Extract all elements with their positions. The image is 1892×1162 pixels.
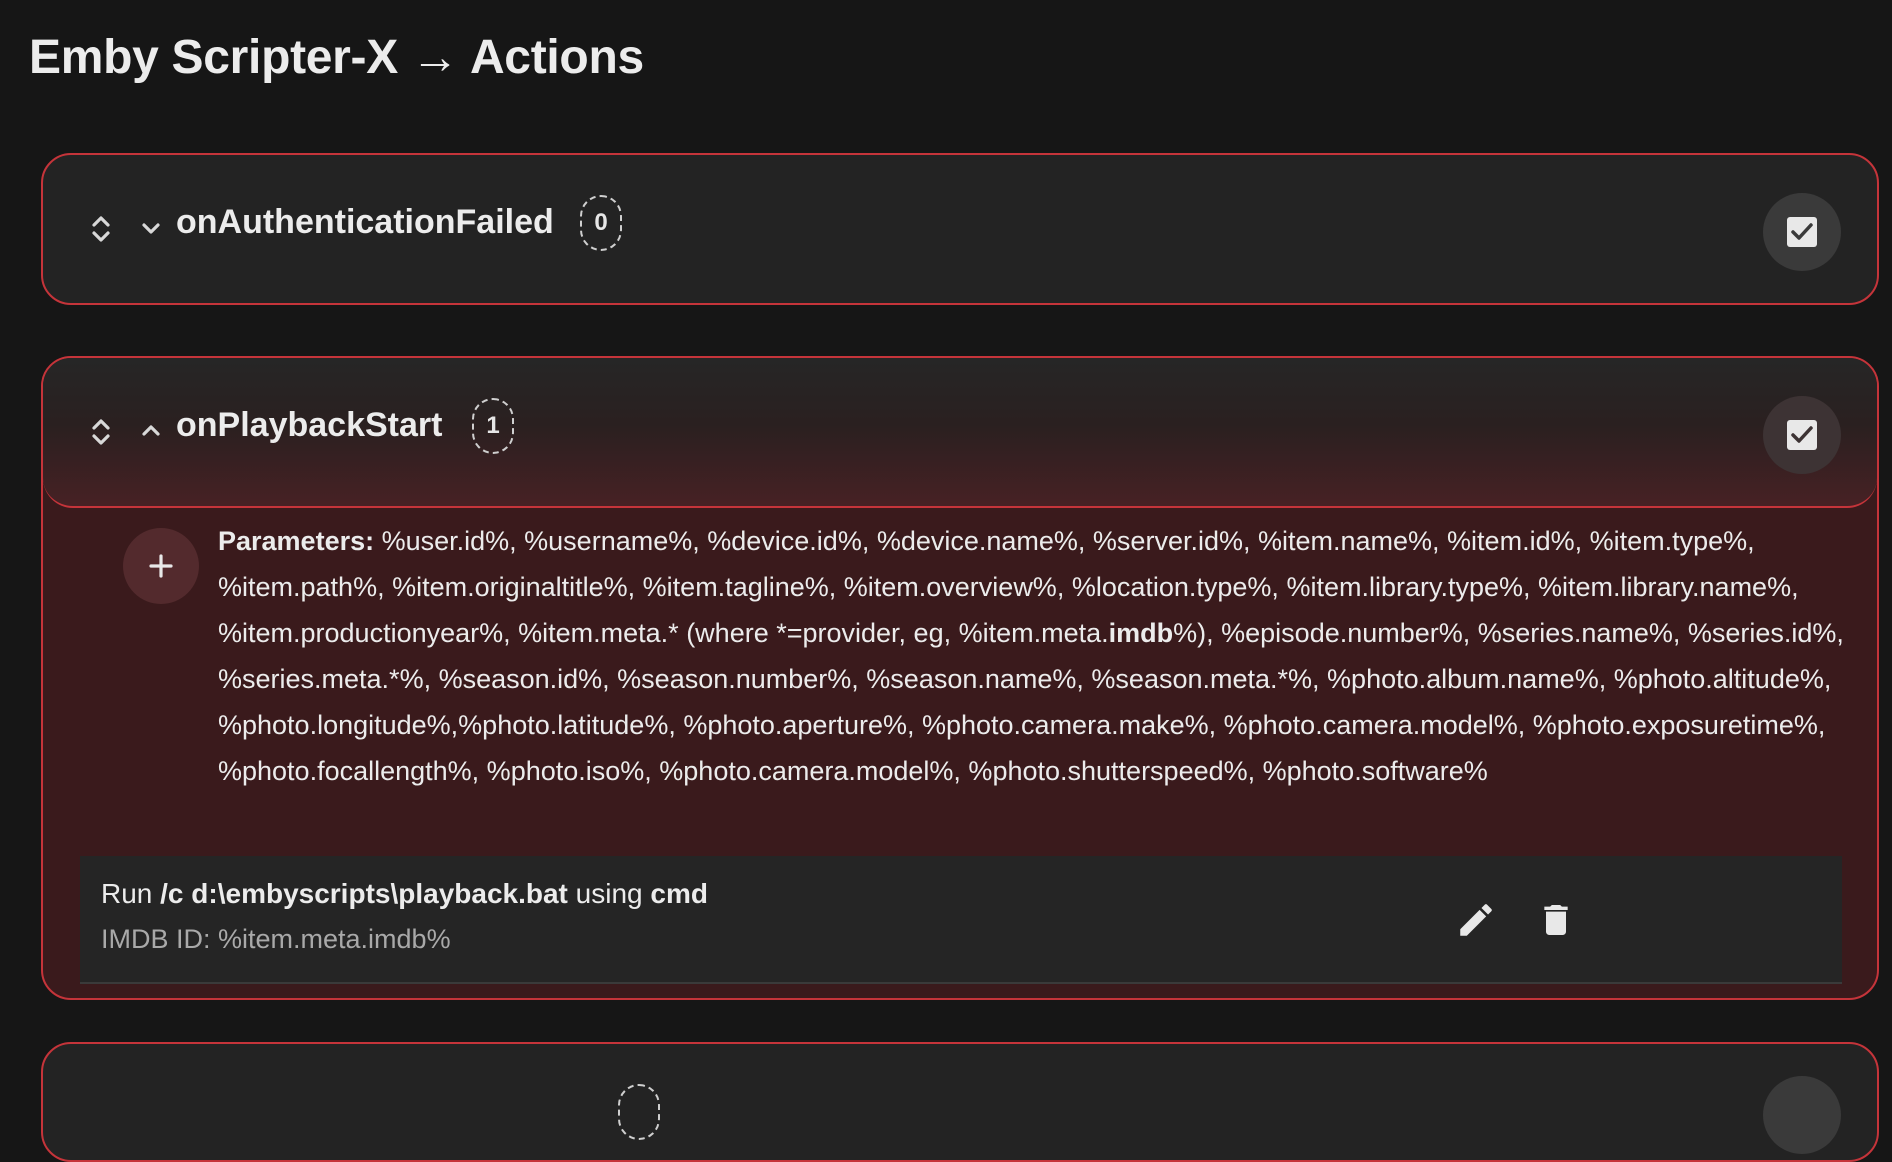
action-command: /c d:\embyscripts\playback.bat <box>160 878 568 909</box>
reorder-icon[interactable] <box>89 209 113 249</box>
event-panel-header[interactable]: onAuthenticationFailed 0 <box>43 155 1877 303</box>
pencil-icon <box>1460 904 1492 936</box>
action-command-line: Run /c d:\embyscripts\playback.bat using… <box>101 878 708 910</box>
trash-icon <box>1544 905 1568 935</box>
event-panel-onplaybackstart: onPlaybackStart 1 Parameters: %user.id%,… <box>41 356 1879 1000</box>
action-interpreter: cmd <box>650 878 708 909</box>
run-prefix: Run <box>101 878 161 909</box>
enable-toggle-button[interactable] <box>1763 1076 1841 1154</box>
add-action-button[interactable] <box>123 528 199 604</box>
chevron-down-icon[interactable] <box>136 213 166 243</box>
action-count-badge: 0 <box>580 195 622 251</box>
enable-toggle-button[interactable] <box>1763 396 1841 474</box>
edit-action-button[interactable] <box>1446 890 1506 950</box>
page-title: Emby Scripter-X → Actions <box>29 31 644 84</box>
event-panel-header[interactable]: onPlaybackStart 1 <box>43 358 1877 508</box>
using-word: using <box>567 878 651 909</box>
action-row: Run /c d:\embyscripts\playback.bat using… <box>80 856 1842 984</box>
action-count-badge: 1 <box>472 398 514 454</box>
enable-toggle-button[interactable] <box>1763 193 1841 271</box>
event-name: onAuthenticationFailed <box>176 203 554 241</box>
action-count-badge <box>618 1084 660 1140</box>
chevron-up-icon[interactable] <box>136 416 166 446</box>
reorder-icon[interactable] <box>89 412 113 452</box>
event-panel-onauthenticationfailed: onAuthenticationFailed 0 <box>41 153 1879 305</box>
action-description: IMDB ID: %item.meta.imdb% <box>101 924 451 954</box>
delete-action-button[interactable] <box>1526 890 1586 950</box>
event-name: onPlaybackStart <box>176 406 443 444</box>
plus-icon <box>149 554 173 578</box>
checkbox-checked-icon <box>1787 217 1817 247</box>
parameters-text-bold: imdb <box>1108 618 1174 648</box>
parameters-label: Parameters: <box>218 526 375 556</box>
event-panel-next[interactable] <box>41 1042 1879 1162</box>
checkbox-checked-icon <box>1787 420 1817 450</box>
parameters-description: Parameters: %user.id%, %username%, %devi… <box>218 518 1848 794</box>
